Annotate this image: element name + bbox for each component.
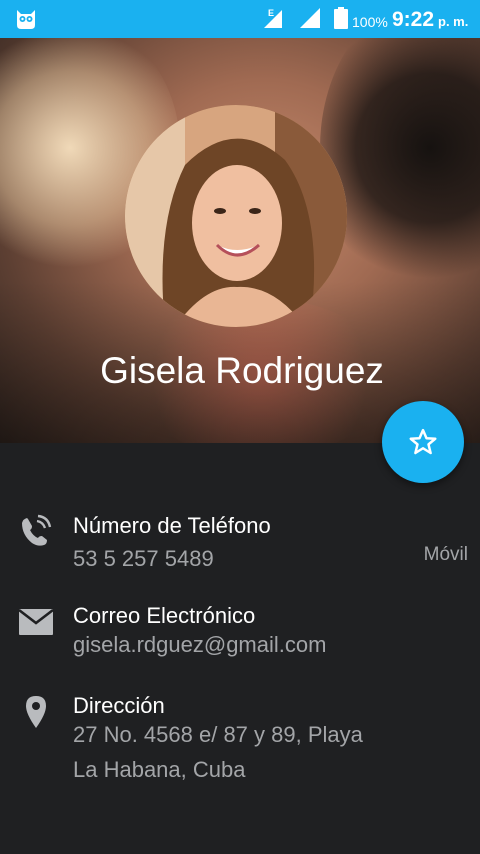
favorite-button[interactable]	[382, 401, 464, 483]
email-address[interactable]: gisela.rdguez@gmail.com	[73, 632, 326, 658]
svg-text:E: E	[268, 8, 274, 18]
email-icon	[18, 608, 54, 635]
status-bar: E 100% 9:22 p. m.	[0, 0, 480, 38]
battery-percent: 100%	[352, 14, 388, 30]
battery-icon	[334, 7, 348, 29]
phone-number[interactable]: 53 5 257 5489	[73, 546, 214, 572]
contact-photo[interactable]	[125, 105, 347, 327]
phone-ringing-icon	[22, 514, 52, 546]
email-label: Correo Electrónico	[73, 603, 256, 628]
contact-name: Gisela Rodriguez	[100, 350, 384, 391]
address-label: Dirección	[73, 693, 165, 718]
address-line-2[interactable]: La Habana, Cuba	[73, 757, 245, 783]
contact-photo-illustration	[125, 105, 347, 327]
address-line-1[interactable]: 27 No. 4568 e/ 87 y 89, Playa	[73, 722, 363, 748]
signal-icon	[300, 8, 320, 28]
clock-ampm: p. m.	[438, 14, 469, 29]
contact-header: Gisela Rodriguez	[0, 38, 480, 443]
location-pin-icon	[26, 696, 46, 728]
signal-e-icon: E	[264, 8, 282, 28]
phone-label: Número de Teléfono	[73, 513, 271, 538]
clock-time: 9:22	[392, 8, 435, 31]
owl-app-icon	[17, 10, 35, 29]
phone-type: Móvil	[423, 544, 468, 565]
star-outline-icon	[409, 428, 437, 455]
